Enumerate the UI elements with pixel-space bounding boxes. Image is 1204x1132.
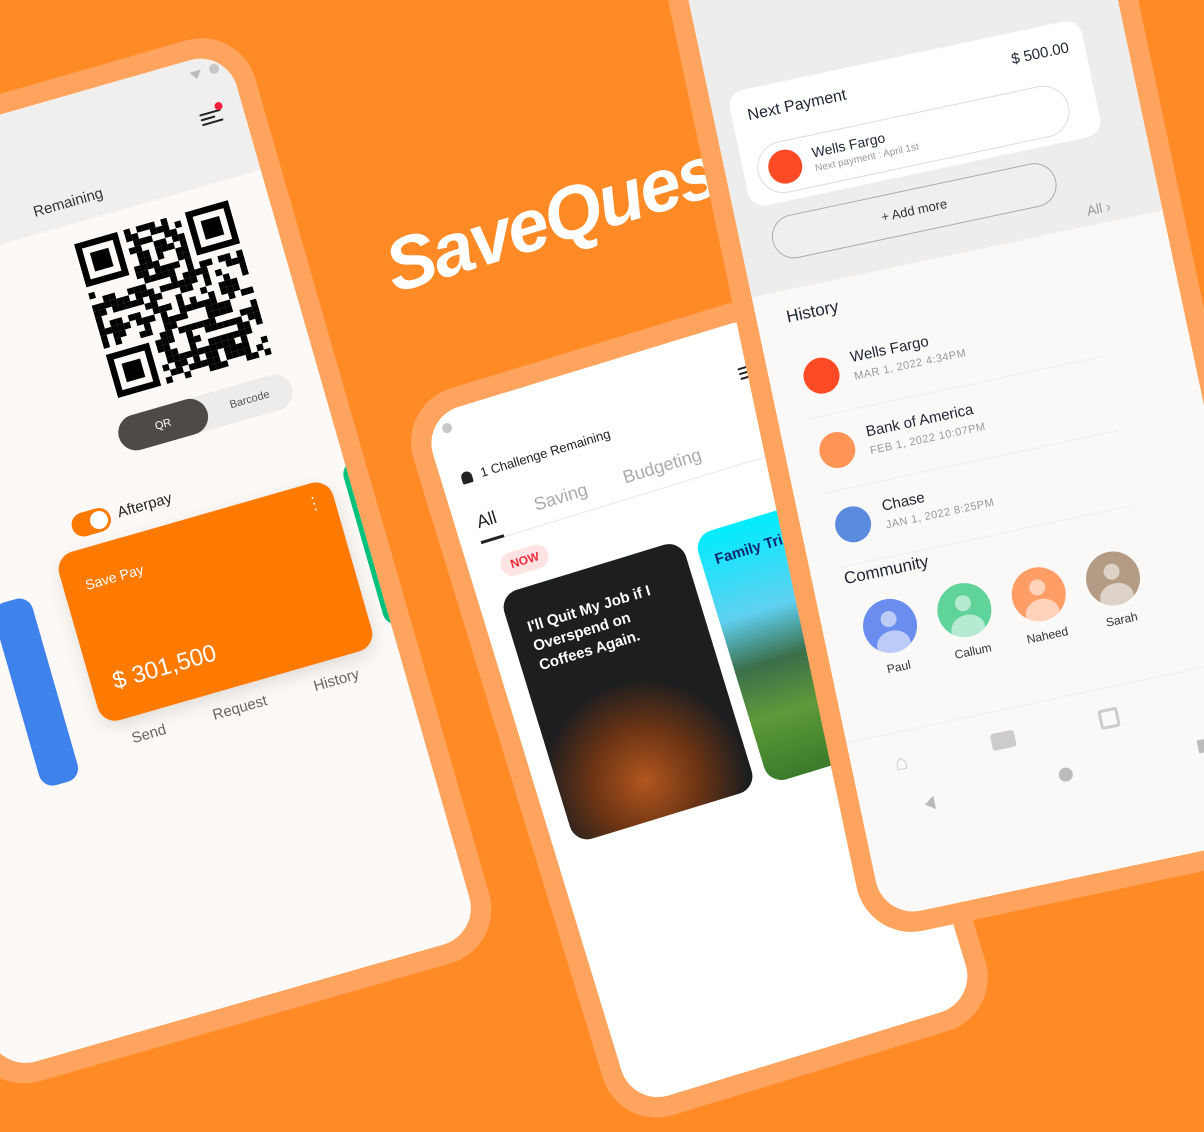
bell-icon	[459, 470, 474, 485]
tab-all[interactable]: All	[470, 500, 505, 545]
send-button[interactable]: Send	[130, 721, 168, 747]
tab-saving[interactable]: Saving	[530, 474, 593, 525]
afterpay-switch[interactable]	[68, 505, 114, 540]
community-member[interactable]: Naheed	[1006, 562, 1076, 648]
afterpay-label: Afterpay	[115, 489, 174, 522]
history-avatar	[815, 428, 859, 472]
person-avatar-icon	[858, 593, 923, 658]
history-name: Chase	[880, 489, 927, 515]
now-badge: NOW	[497, 541, 552, 579]
toggle-qr[interactable]: QR	[114, 394, 213, 455]
recents-icon[interactable]	[1196, 737, 1204, 753]
person-avatar-icon	[1006, 562, 1071, 627]
history-avatar	[800, 354, 843, 398]
person-name: Paul	[885, 657, 912, 677]
history-title: History	[784, 296, 841, 327]
home-icon[interactable]: ⌂	[892, 748, 910, 776]
history-list: Wells Fargo MAR 1, 2022 4:34PM Bank of A…	[792, 282, 1134, 569]
community-member[interactable]: Sarah	[1081, 546, 1150, 632]
flag-icon[interactable]: ⚑	[1200, 681, 1204, 711]
person-name: Callum	[953, 640, 993, 662]
tab-budgeting[interactable]: Budgeting	[619, 439, 707, 498]
person-name: Naheed	[1025, 624, 1070, 647]
history-avatar	[831, 502, 875, 546]
person-name: Sarah	[1104, 609, 1139, 630]
calendar-icon[interactable]	[1096, 706, 1121, 730]
qr-code	[74, 200, 272, 399]
back-icon[interactable]	[923, 795, 937, 812]
toggle-barcode[interactable]: Barcode	[202, 370, 297, 429]
wallet-phone: Remaining QR Barcode Afterpay Save Pay ·…	[0, 25, 505, 1097]
community-member[interactable]: Paul	[858, 593, 927, 680]
card-balance: $ 301,500	[109, 639, 220, 695]
wallet-screen: Remaining QR Barcode Afterpay Save Pay ·…	[0, 49, 480, 1072]
history-button[interactable]: History	[312, 666, 362, 695]
next-payment-amount: $ 500.00	[1009, 39, 1071, 69]
card-options-icon[interactable]: · · ·	[308, 489, 321, 518]
card-icon[interactable]	[989, 729, 1017, 752]
all-link-label: All	[1085, 199, 1104, 219]
card-name: Save Pay	[83, 561, 146, 593]
home-button-icon[interactable]	[1057, 766, 1075, 783]
person-avatar-icon	[932, 578, 997, 643]
payee-avatar	[765, 146, 806, 187]
request-button[interactable]: Request	[211, 692, 269, 724]
next-payment-label: Next Payment	[746, 86, 848, 125]
prev-card[interactable]	[0, 595, 82, 789]
savequest-logo: SaveQuest	[375, 122, 749, 309]
person-avatar-icon	[1081, 546, 1146, 611]
camera-dot	[440, 421, 454, 435]
community-member[interactable]: Callum	[932, 578, 1001, 664]
